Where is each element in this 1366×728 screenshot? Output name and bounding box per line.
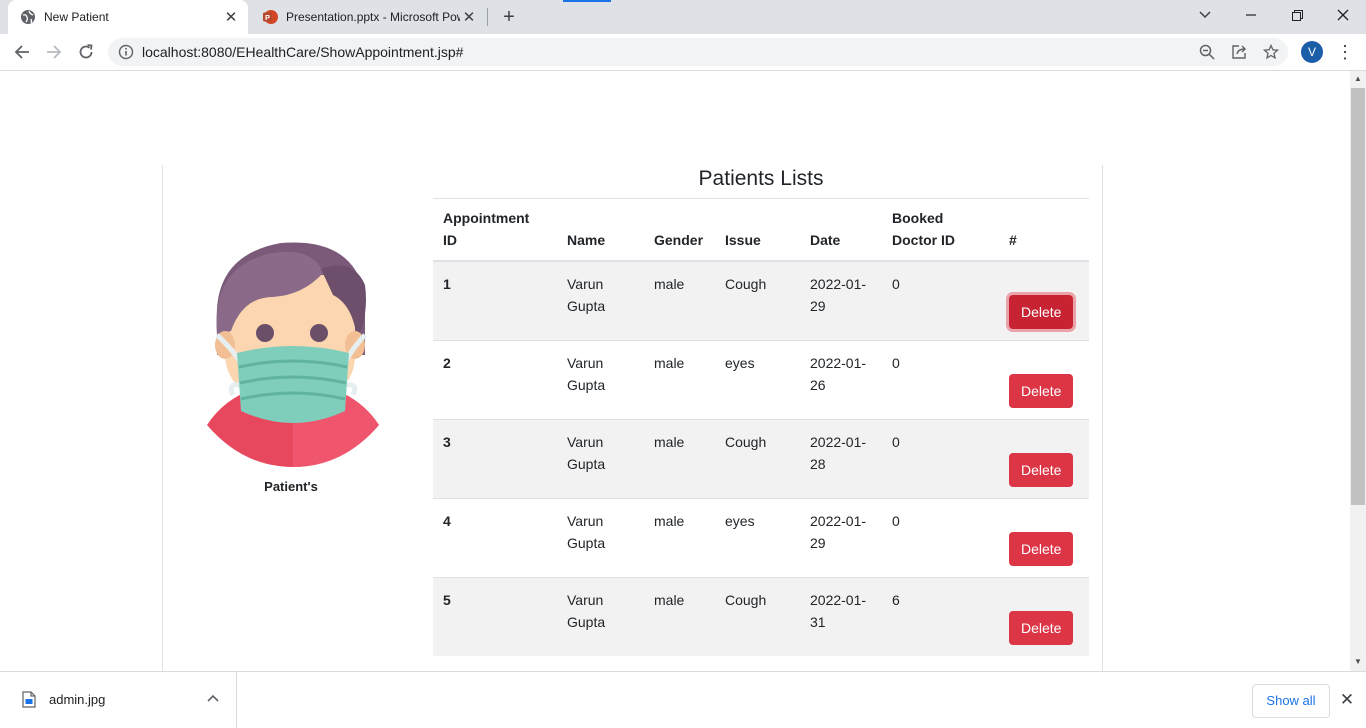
cell-action: Delete <box>999 340 1089 420</box>
cell-gender: male <box>644 340 715 420</box>
new-tab-plus-icon[interactable]: + <box>498 6 520 28</box>
globe-icon <box>21 10 35 24</box>
tab-presentation[interactable]: P Presentation.pptx - Microsoft PowerPoi… <box>250 0 486 34</box>
avatar-caption: Patient's <box>264 479 318 494</box>
close-tab-icon[interactable]: ✕ <box>460 8 478 26</box>
zoom-icon[interactable] <box>1198 43 1216 61</box>
powerpoint-icon: P <box>263 10 278 24</box>
content-container: Patient's Patients Lists Appointment ID … <box>162 165 1103 671</box>
cell-doctor-id: 6 <box>882 577 999 656</box>
cell-name: Varun Gupta <box>557 260 644 341</box>
table-row: 2 Varun Gupta male eyes 2022-01-26 0 Del… <box>433 340 1089 420</box>
scroll-up-arrow-icon[interactable]: ▲ <box>1350 72 1366 86</box>
cell-name: Varun Gupta <box>557 340 644 420</box>
page-viewport: Patient's Patients Lists Appointment ID … <box>0 71 1350 671</box>
cell-name: Varun Gupta <box>557 419 644 499</box>
cell-issue: eyes <box>715 498 800 578</box>
cell-issue: Cough <box>715 419 800 499</box>
svg-text:P: P <box>265 13 270 22</box>
delete-button[interactable]: Delete <box>1009 611 1074 645</box>
cell-gender: male <box>644 577 715 656</box>
delete-button[interactable]: Delete <box>1009 453 1074 487</box>
table-header-row: Appointment ID Name Gender Issue Date Bo… <box>433 198 1089 262</box>
cell-name: Varun Gupta <box>557 498 644 578</box>
download-bar: admin.jpg Show all ✕ <box>0 671 1366 728</box>
cell-issue: Cough <box>715 260 800 341</box>
delete-button[interactable]: Delete <box>1009 295 1074 329</box>
cell-doctor-id: 0 <box>882 419 999 499</box>
page-title: Patients Lists <box>698 167 824 190</box>
column-header-issue: Issue <box>715 198 800 262</box>
address-bar[interactable]: localhost:8080/EHealthCare/ShowAppointme… <box>108 38 1288 66</box>
cell-appointment-id: 3 <box>433 419 557 499</box>
share-icon[interactable] <box>1230 43 1248 61</box>
image-file-icon <box>22 691 36 708</box>
close-window-icon[interactable] <box>1320 0 1366 30</box>
cell-appointment-id: 1 <box>433 260 557 341</box>
tab-title: Presentation.pptx - Microsoft PowerPoint <box>286 10 460 24</box>
url-text: localhost:8080/EHealthCare/ShowAppointme… <box>142 44 464 60</box>
close-tab-icon[interactable]: ✕ <box>222 8 240 26</box>
page-scrollbar[interactable]: ▲ ▼ <box>1350 71 1366 671</box>
cell-appointment-id: 5 <box>433 577 557 656</box>
column-header-booked-doctor-id: Booked Doctor ID <box>882 198 999 262</box>
menu-dots-icon[interactable]: ⋮ <box>1336 41 1354 63</box>
download-file-name: admin.jpg <box>49 692 106 707</box>
delete-button[interactable]: Delete <box>1009 374 1074 408</box>
cell-date: 2022-01-28 <box>800 419 882 499</box>
tab-divider <box>487 8 488 26</box>
scroll-down-arrow-icon[interactable]: ▼ <box>1350 655 1366 669</box>
column-header-name: Name <box>557 198 644 262</box>
cell-issue: Cough <box>715 577 800 656</box>
bookmark-star-icon[interactable] <box>1262 43 1280 61</box>
show-all-button[interactable]: Show all <box>1252 684 1330 718</box>
column-header-action: # <box>999 198 1089 262</box>
cell-gender: male <box>644 260 715 341</box>
chevron-up-icon[interactable] <box>205 691 221 707</box>
browser-toolbar: localhost:8080/EHealthCare/ShowAppointme… <box>0 34 1366 71</box>
cell-action: Delete <box>999 419 1089 499</box>
tab-strip: New Patient ✕ P Presentation.pptx - Micr… <box>0 0 1366 34</box>
table-row: 4 Varun Gupta male eyes 2022-01-29 0 Del… <box>433 498 1089 578</box>
table-row: 3 Varun Gupta male Cough 2022-01-28 0 De… <box>433 419 1089 499</box>
cell-name: Varun Gupta <box>557 577 644 656</box>
column-header-date: Date <box>800 198 882 262</box>
patient-mask-avatar-image <box>207 242 379 467</box>
minimize-icon[interactable] <box>1228 0 1274 30</box>
restore-icon[interactable] <box>1274 0 1320 30</box>
cell-action: Delete <box>999 577 1089 656</box>
cell-gender: male <box>644 419 715 499</box>
tab-title: New Patient <box>44 10 109 24</box>
cell-date: 2022-01-31 <box>800 577 882 656</box>
delete-button[interactable]: Delete <box>1009 532 1074 566</box>
cell-date: 2022-01-29 <box>800 260 882 341</box>
info-icon[interactable] <box>118 44 134 60</box>
cell-doctor-id: 0 <box>882 260 999 341</box>
cell-action: Delete <box>999 260 1089 341</box>
tab-loading-indicator <box>563 0 611 2</box>
tab-search-chevron-icon[interactable] <box>1182 0 1228 30</box>
column-header-appointment-id: Appointment ID <box>433 198 557 262</box>
cell-date: 2022-01-29 <box>800 498 882 578</box>
profile-avatar[interactable]: V <box>1301 41 1323 63</box>
table-row: 1 Varun Gupta male Cough 2022-01-29 0 De… <box>433 260 1089 341</box>
cell-date: 2022-01-26 <box>800 340 882 420</box>
reload-icon[interactable] <box>72 38 100 66</box>
forward-arrow-icon[interactable] <box>40 38 68 66</box>
cell-issue: eyes <box>715 340 800 420</box>
tab-new-patient[interactable]: New Patient ✕ <box>8 0 248 34</box>
cell-gender: male <box>644 498 715 578</box>
back-arrow-icon[interactable] <box>8 38 36 66</box>
cell-doctor-id: 0 <box>882 340 999 420</box>
cell-appointment-id: 2 <box>433 340 557 420</box>
patients-table: Appointment ID Name Gender Issue Date Bo… <box>433 198 1089 656</box>
column-header-gender: Gender <box>644 198 715 262</box>
cell-doctor-id: 0 <box>882 498 999 578</box>
download-item[interactable]: admin.jpg <box>0 672 237 728</box>
cell-action: Delete <box>999 498 1089 578</box>
cell-appointment-id: 4 <box>433 498 557 578</box>
table-row: 5 Varun Gupta male Cough 2022-01-31 6 De… <box>433 577 1089 656</box>
close-download-bar-icon[interactable]: ✕ <box>1338 691 1356 709</box>
scrollbar-thumb[interactable] <box>1351 88 1365 505</box>
